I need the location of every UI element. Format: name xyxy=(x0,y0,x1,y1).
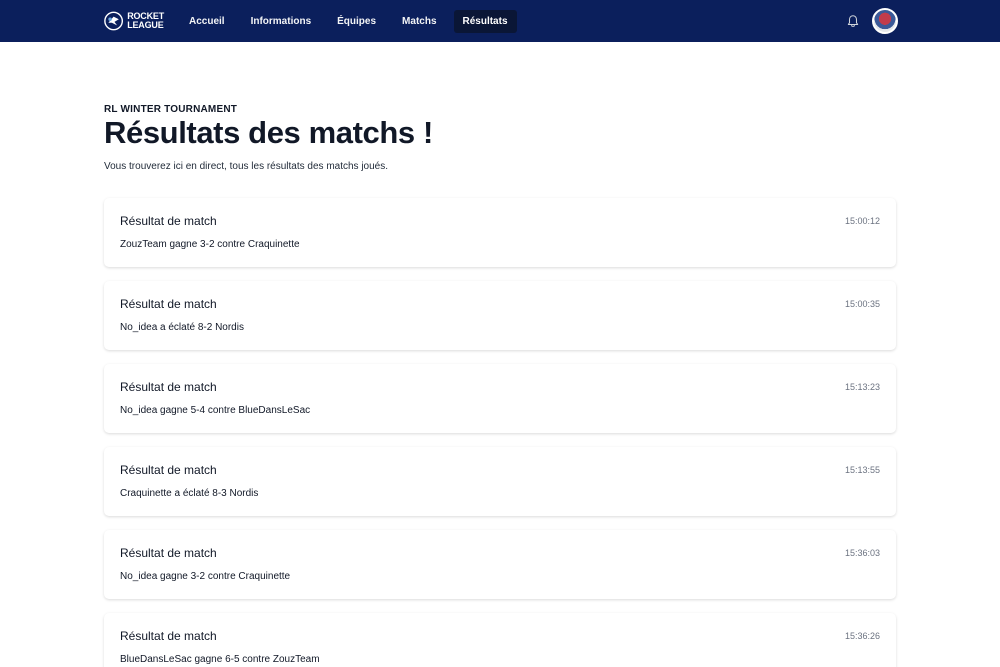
result-card-text: No_idea gagne 3-2 contre Craquinette xyxy=(120,571,291,582)
result-card: Résultat de match 15:00:12 ZouzTeam gagn… xyxy=(104,198,896,267)
result-card-time: 15:36:03 xyxy=(844,548,880,558)
top-navbar: ROCKET LEAGUE Accueil Informations Équip… xyxy=(0,0,1000,42)
result-card-title: Résultat de match xyxy=(120,463,217,477)
result-card-text: Craquinette a éclaté 8-3 Nordis xyxy=(120,488,259,499)
result-card: Résultat de match 15:36:03 No_idea gagne… xyxy=(104,530,896,599)
tournament-name: RL WINTER TOURNAMENT xyxy=(104,104,238,115)
nav-link-equipes[interactable]: Équipes xyxy=(328,10,385,33)
result-card: Résultat de match 15:00:35 No_idea a écl… xyxy=(104,281,896,350)
nav-link-informations[interactable]: Informations xyxy=(242,10,321,33)
result-card-title: Résultat de match xyxy=(120,214,217,228)
page-subtitle: Vous trouverez ici en direct, tous les r… xyxy=(104,161,389,172)
results-list: Résultat de match 15:00:12 ZouzTeam gagn… xyxy=(104,198,896,667)
logo-wordmark: ROCKET LEAGUE xyxy=(127,12,164,30)
result-card-time: 15:13:55 xyxy=(844,465,880,475)
nav-link-accueil[interactable]: Accueil xyxy=(180,10,234,33)
logo-word-league: LEAGUE xyxy=(127,20,164,30)
result-card-time: 15:00:12 xyxy=(844,216,880,226)
result-card-text: No_idea gagne 5-4 contre BlueDansLeSac xyxy=(120,405,311,416)
nav-right-actions xyxy=(846,8,898,34)
result-card-text: BlueDansLeSac gagne 6-5 contre ZouzTeam xyxy=(120,654,320,665)
page-title: Résultats des matchs ! xyxy=(104,115,433,150)
rocket-league-emblem-icon xyxy=(104,11,124,31)
nav-links: Accueil Informations Équipes Matchs Résu… xyxy=(180,9,525,33)
avatar[interactable] xyxy=(872,8,898,34)
result-card-title: Résultat de match xyxy=(120,546,217,560)
result-card: Résultat de match 15:36:26 BlueDansLeSac… xyxy=(104,613,896,667)
result-card: Résultat de match 15:13:23 No_idea gagne… xyxy=(104,364,896,433)
result-card: Résultat de match 15:13:55 Craquinette a… xyxy=(104,447,896,516)
rocket-league-logo[interactable]: ROCKET LEAGUE xyxy=(104,10,164,32)
result-card-time: 15:36:26 xyxy=(844,631,880,641)
nav-link-matchs[interactable]: Matchs xyxy=(393,10,445,33)
result-card-title: Résultat de match xyxy=(120,380,217,394)
result-card-title: Résultat de match xyxy=(120,629,217,643)
result-card-title: Résultat de match xyxy=(120,297,217,311)
result-card-text: ZouzTeam gagne 3-2 contre Craquinette xyxy=(120,239,300,250)
result-card-time: 15:13:23 xyxy=(844,382,880,392)
bell-icon[interactable] xyxy=(846,14,860,28)
nav-link-resultats[interactable]: Résultats xyxy=(453,9,517,33)
main-content: RL WINTER TOURNAMENT Résultats des match… xyxy=(0,42,1000,667)
result-card-text: No_idea a éclaté 8-2 Nordis xyxy=(120,322,244,333)
result-card-time: 15:00:35 xyxy=(844,299,880,309)
